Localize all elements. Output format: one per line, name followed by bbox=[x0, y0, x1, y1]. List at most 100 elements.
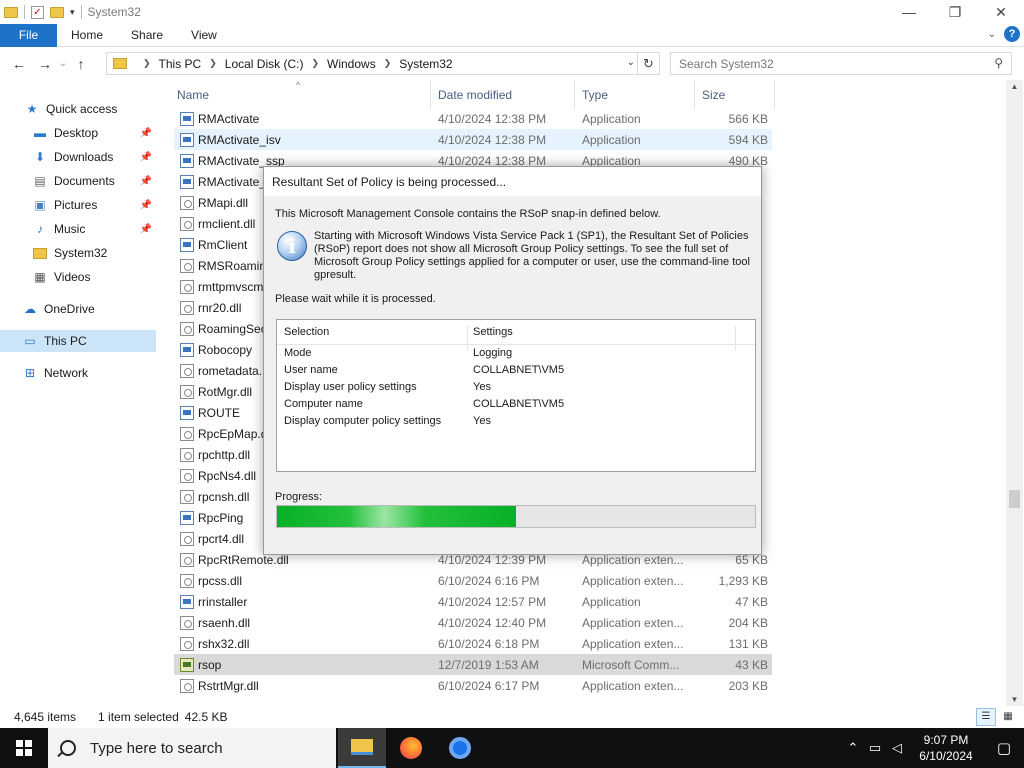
settings-list[interactable]: Selection Settings Mode Logging User nam… bbox=[276, 319, 756, 472]
breadcrumb-windows[interactable]: Windows bbox=[327, 57, 376, 71]
column-divider[interactable] bbox=[694, 80, 695, 110]
file-row[interactable]: rpcss.dll 6/10/2024 6:16 PM Application ex… bbox=[174, 570, 772, 591]
file-type: Application exten... bbox=[582, 573, 684, 588]
column-header-settings[interactable]: Settings bbox=[473, 326, 513, 338]
scroll-up-icon[interactable]: ▲ bbox=[1006, 82, 1023, 91]
show-hidden-icons-icon[interactable]: ⌃ bbox=[842, 740, 864, 756]
expand-ribbon-icon[interactable]: ⌄ bbox=[988, 29, 996, 40]
refresh-icon[interactable]: ↻ bbox=[637, 53, 659, 74]
folder-icon[interactable] bbox=[4, 6, 18, 18]
scroll-down-icon[interactable]: ▼ bbox=[1006, 695, 1023, 704]
file-name: rnr20.dll bbox=[198, 300, 242, 315]
help-icon[interactable]: ? bbox=[1004, 26, 1020, 42]
sidebar-item-pictures[interactable]: ▣ Pictures 📌 bbox=[0, 194, 156, 216]
maximize-button[interactable]: ❐ bbox=[932, 0, 978, 24]
column-divider[interactable] bbox=[774, 80, 775, 110]
tab-home[interactable]: Home bbox=[57, 24, 117, 47]
column-header-type[interactable]: Type bbox=[582, 80, 608, 110]
file-row[interactable]: rshx32.dll 6/10/2024 6:18 PM Application e… bbox=[174, 633, 772, 654]
tab-view[interactable]: View bbox=[177, 24, 231, 47]
dll-file-icon bbox=[180, 195, 194, 210]
setting-key: Display user policy settings bbox=[284, 381, 417, 393]
customize-toolbar-icon[interactable]: ▾ bbox=[70, 7, 75, 18]
sidebar-item-desktop[interactable]: ▬ Desktop 📌 bbox=[0, 122, 156, 144]
properties-icon[interactable]: ✓ bbox=[31, 5, 44, 19]
sidebar-item-documents[interactable]: ▤ Documents 📌 bbox=[0, 170, 156, 192]
tab-share[interactable]: Share bbox=[117, 24, 177, 47]
file-row[interactable]: RMActivate 4/10/2024 12:38 PM Application 5… bbox=[174, 108, 772, 129]
search-input[interactable]: Search System32 ⚲ bbox=[670, 52, 1012, 75]
setting-value: Logging bbox=[473, 347, 513, 359]
dll-file-icon bbox=[180, 426, 194, 441]
scrollbar-thumb[interactable] bbox=[1009, 490, 1020, 508]
sidebar-item-system32[interactable]: System32 bbox=[0, 242, 156, 264]
sidebar-item-music[interactable]: ♪ Music 📌 bbox=[0, 218, 156, 240]
msc-file-icon bbox=[180, 657, 194, 672]
selection-size: 42.5 KB bbox=[184, 710, 228, 724]
chevron-right-icon[interactable]: ❯ bbox=[311, 58, 319, 69]
new-folder-icon[interactable] bbox=[50, 6, 64, 18]
recent-locations-icon[interactable]: ⌄ bbox=[56, 58, 70, 69]
setting-key: Computer name bbox=[284, 398, 363, 410]
column-header-name[interactable]: Name bbox=[177, 80, 209, 110]
pin-icon[interactable]: 📌 bbox=[140, 176, 152, 187]
vertical-scrollbar[interactable]: ▲ ▼ bbox=[1006, 80, 1023, 706]
application-icon bbox=[180, 342, 194, 357]
file-date: 6/10/2024 6:16 PM bbox=[438, 573, 540, 588]
taskbar-clock[interactable]: 9:07 PM 6/10/2024 bbox=[908, 732, 984, 764]
file-row[interactable]: RstrtMgr.dll 6/10/2024 6:17 PM Application… bbox=[174, 675, 772, 696]
sidebar-item-videos[interactable]: ▦ Videos bbox=[0, 266, 156, 288]
start-button[interactable] bbox=[0, 728, 48, 768]
large-icons-view-icon[interactable]: ▦ bbox=[998, 708, 1018, 726]
address-dropdown-icon[interactable]: ⌄ bbox=[627, 57, 635, 68]
breadcrumb-system32[interactable]: System32 bbox=[399, 57, 452, 71]
setting-key: Display computer policy settings bbox=[284, 415, 442, 427]
application-icon bbox=[180, 237, 194, 252]
network-status-icon[interactable]: ▭ bbox=[864, 740, 886, 756]
file-row[interactable]: RMActivate_isv 4/10/2024 12:38 PM Applicat… bbox=[174, 129, 772, 150]
column-divider[interactable] bbox=[574, 80, 575, 110]
pin-icon[interactable]: 📌 bbox=[140, 152, 152, 163]
file-row[interactable]: rrinstaller 4/10/2024 12:57 PM Application… bbox=[174, 591, 772, 612]
breadcrumb-this-pc[interactable]: This PC bbox=[159, 57, 202, 71]
taskbar-search-box[interactable]: Type here to search bbox=[48, 728, 336, 768]
file-row[interactable]: rsop 12/7/2019 1:53 AM Microsoft Comm... 43… bbox=[174, 654, 772, 675]
taskbar-chrome[interactable] bbox=[436, 728, 484, 768]
forward-arrow-icon[interactable]: → bbox=[34, 56, 56, 72]
sidebar-item-quick-access[interactable]: ★ Quick access bbox=[0, 98, 156, 120]
file-row[interactable]: rsaenh.dll 4/10/2024 12:40 PM Application … bbox=[174, 612, 772, 633]
setting-value: COLLABNET\VM5 bbox=[473, 398, 565, 410]
column-header-selection[interactable]: Selection bbox=[284, 326, 329, 338]
taskbar-firefox[interactable] bbox=[387, 728, 435, 768]
star-icon: ★ bbox=[26, 102, 38, 116]
pin-icon[interactable]: 📌 bbox=[140, 224, 152, 235]
up-arrow-icon[interactable]: ↑ bbox=[70, 56, 92, 72]
sidebar-item-network[interactable]: ⊞ Network bbox=[0, 362, 156, 384]
pin-icon[interactable]: 📌 bbox=[140, 128, 152, 139]
back-arrow-icon[interactable]: ← bbox=[8, 56, 30, 72]
chevron-right-icon[interactable]: ❯ bbox=[384, 58, 392, 69]
volume-muted-icon[interactable]: ◁ bbox=[886, 740, 908, 756]
column-divider[interactable] bbox=[430, 80, 431, 110]
tab-file[interactable]: File bbox=[0, 23, 57, 47]
search-icon[interactable]: ⚲ bbox=[994, 56, 1003, 70]
column-header-size[interactable]: Size bbox=[702, 80, 725, 110]
application-icon bbox=[180, 174, 194, 189]
sidebar-item-label: System32 bbox=[54, 246, 108, 260]
sidebar-item-downloads[interactable]: ⬇ Downloads 📌 bbox=[0, 146, 156, 168]
details-view-icon[interactable]: ☰ bbox=[976, 708, 996, 726]
chevron-right-icon[interactable]: ❯ bbox=[143, 58, 151, 69]
navigation-bar: ← → ⌄ ↑ ❯ This PC ❯ Local Disk (C:) ❯ Wi… bbox=[0, 47, 1024, 80]
sidebar-item-onedrive[interactable]: ☁ OneDrive bbox=[0, 298, 156, 320]
address-bar[interactable]: ❯ This PC ❯ Local Disk (C:) ❯ Windows ❯ … bbox=[106, 52, 660, 75]
column-header-date[interactable]: Date modified bbox=[438, 80, 512, 110]
file-date: 4/10/2024 12:38 PM bbox=[438, 111, 547, 126]
close-button[interactable]: ✕ bbox=[978, 0, 1024, 24]
taskbar-file-explorer[interactable] bbox=[338, 728, 386, 768]
sidebar-item-this-pc[interactable]: ▭ This PC bbox=[0, 330, 156, 352]
chevron-right-icon[interactable]: ❯ bbox=[209, 58, 217, 69]
notifications-icon[interactable]: ▢ bbox=[984, 739, 1024, 757]
minimize-button[interactable]: — bbox=[886, 0, 932, 24]
breadcrumb-local-disk[interactable]: Local Disk (C:) bbox=[225, 57, 304, 71]
pin-icon[interactable]: 📌 bbox=[140, 200, 152, 211]
